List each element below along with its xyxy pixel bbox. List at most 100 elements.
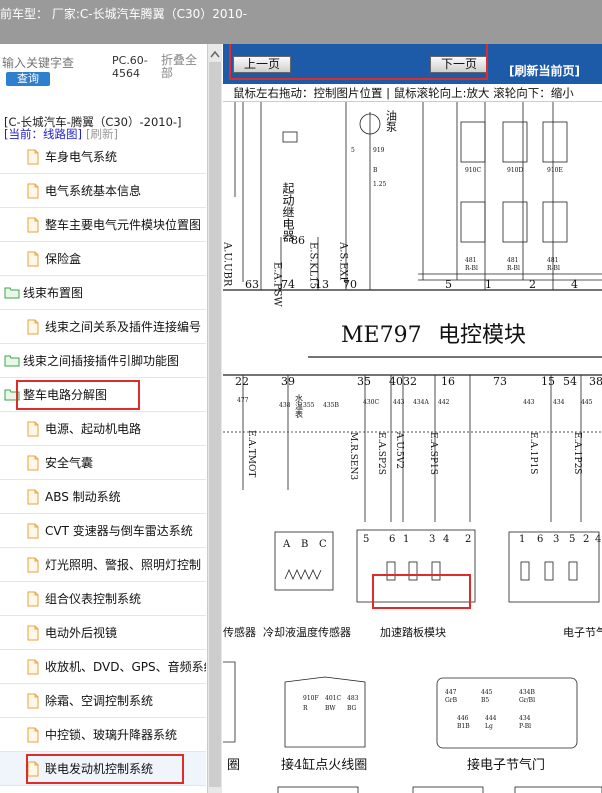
pin-label: 16 bbox=[441, 375, 455, 388]
tree-item[interactable]: 除霜、空调控制系统 bbox=[0, 684, 206, 718]
tree-item[interactable]: 电动外后视镜 bbox=[0, 616, 206, 650]
scroll-thumb[interactable] bbox=[209, 62, 221, 787]
tree-item[interactable]: 中控锁、玻璃升降器系统 bbox=[0, 718, 206, 752]
file-icon bbox=[26, 489, 40, 505]
tree-item-label: 线束布置图 bbox=[23, 286, 84, 300]
svg-text:445: 445 bbox=[581, 399, 593, 406]
box-text: B5 bbox=[481, 697, 489, 704]
starter-relay-num: 86 bbox=[291, 234, 305, 247]
search-row: 查询 PC.60-4564 折叠全部 bbox=[0, 44, 205, 100]
connector-pin: 2 bbox=[583, 534, 589, 545]
file-icon bbox=[26, 217, 40, 233]
tree-item-label: 灯光照明、警报、照明灯控制 bbox=[45, 558, 202, 572]
svg-text:434: 434 bbox=[553, 399, 565, 406]
pin-label: 13 bbox=[315, 278, 329, 291]
left-scrollbar[interactable] bbox=[207, 44, 222, 793]
svg-text:438: 438 bbox=[279, 402, 291, 409]
connector-pin: 4 bbox=[443, 534, 449, 545]
coil-label: 圈 bbox=[227, 758, 240, 773]
coolant-sensor-label: 冷却液温度传感器 bbox=[263, 625, 351, 639]
svg-text:481: 481 bbox=[507, 257, 518, 264]
pin-label: 2 bbox=[529, 278, 536, 291]
scroll-up-icon[interactable] bbox=[210, 50, 220, 58]
throttle-connector-label: 接电子节气门 bbox=[467, 757, 545, 773]
tree-item[interactable]: 线束之间关系及插件连接编号 bbox=[0, 310, 206, 344]
tree-item-label: 电动外后视镜 bbox=[45, 626, 118, 640]
connector-pin: 6 bbox=[389, 534, 395, 545]
viewer-hint: 鼠标左右拖动：控制图片位置 | 鼠标滚轮向上:放大 滚轮向下：缩小 bbox=[223, 84, 602, 102]
refresh-page-button[interactable]: [刷新当前页] bbox=[509, 62, 580, 79]
svg-text:477: 477 bbox=[237, 397, 249, 404]
box-text: GrB bbox=[445, 697, 458, 704]
tree-item-label: 整车主要电气元件模块位置图 bbox=[45, 218, 202, 232]
model-code: PC.60-4564 bbox=[112, 54, 148, 80]
highlight-box bbox=[16, 380, 140, 410]
connector-pin: 3 bbox=[553, 534, 559, 545]
tree-item[interactable]: 电气系统基本信息 bbox=[0, 174, 206, 208]
highlight-box bbox=[26, 754, 184, 784]
svg-text:430C: 430C bbox=[363, 399, 379, 406]
tree-item-label: 线束之间关系及插件连接编号 bbox=[45, 320, 202, 334]
search-input[interactable] bbox=[2, 54, 104, 72]
tree-item[interactable]: 组合仪表控制系统 bbox=[0, 582, 206, 616]
svg-text:443: 443 bbox=[523, 399, 535, 406]
throttle-label: 电子节气 bbox=[563, 625, 602, 639]
tree-item-label: 收放机、DVD、GPS、音频系统 bbox=[45, 660, 206, 674]
box-text: BW bbox=[325, 705, 336, 712]
tree-item[interactable]: 安全气囊 bbox=[0, 446, 206, 480]
tree-item-label: 车身电气系统 bbox=[45, 150, 118, 164]
tree-item[interactable]: 车身电气系统 bbox=[0, 140, 206, 174]
tree-item[interactable]: 灯光照明、警报、照明灯控制 bbox=[0, 548, 206, 582]
svg-text:910E: 910E bbox=[547, 167, 563, 174]
file-icon bbox=[26, 183, 40, 199]
svg-text:434A: 434A bbox=[413, 399, 429, 406]
query-button[interactable]: 查询 bbox=[6, 72, 50, 86]
file-icon bbox=[26, 693, 40, 709]
folder-icon bbox=[4, 285, 20, 301]
tree-item[interactable]: ABS 制动系统 bbox=[0, 480, 206, 514]
pin-label: 39 bbox=[281, 375, 295, 388]
pin-label: 74 bbox=[281, 278, 295, 291]
tree-item[interactable]: 电源、起动机电路 bbox=[0, 412, 206, 446]
svg-text:443: 443 bbox=[393, 399, 405, 406]
pin-label: 32 bbox=[403, 375, 417, 388]
connector-pin: 4 bbox=[595, 534, 601, 545]
left-panel: 查询 PC.60-4564 折叠全部 [C-长城汽车-腾翼（C30）-2010-… bbox=[0, 44, 222, 793]
current-view-label: [当前：线路图] bbox=[4, 127, 82, 141]
pin-label: 35 bbox=[357, 375, 371, 388]
file-icon bbox=[26, 149, 40, 165]
svg-text:B: B bbox=[373, 167, 378, 174]
nav-highlight-box bbox=[229, 44, 488, 80]
box-text: 434 bbox=[519, 715, 531, 722]
file-icon bbox=[26, 591, 40, 607]
pin-label: 70 bbox=[343, 278, 357, 291]
tree-item-label: 线束之间插接插件引脚功能图 bbox=[23, 354, 180, 368]
tree-item[interactable]: 线束之间插接插件引脚功能图 bbox=[0, 344, 206, 378]
box-text: 401C bbox=[325, 695, 341, 702]
tree-item[interactable]: CVT 变速器与倒车雷达系统 bbox=[0, 514, 206, 548]
signal-label: E.A.SP1S bbox=[428, 432, 438, 475]
connector-pin: C bbox=[319, 539, 327, 550]
box-text: BG bbox=[347, 705, 357, 712]
svg-text:R-Bl: R-Bl bbox=[465, 265, 478, 272]
svg-text:910C: 910C bbox=[465, 167, 481, 174]
window-title: 前车型： 厂家:C-长城汽车腾翼（C30）2010- bbox=[0, 7, 248, 21]
tree-item-label: 保险盒 bbox=[45, 252, 82, 266]
box-text: 445 bbox=[481, 689, 493, 696]
box-text: Lg bbox=[485, 723, 493, 730]
title-bar: 前车型： 厂家:C-长城汽车腾翼（C30）2010- bbox=[0, 0, 602, 44]
box-text: 446 bbox=[457, 715, 469, 722]
box-text: P-Bl bbox=[519, 723, 531, 730]
tree-item[interactable]: 线束布置图 bbox=[0, 276, 206, 310]
refresh-link[interactable]: [刷新] bbox=[86, 127, 118, 141]
pin-label: 73 bbox=[493, 375, 507, 388]
file-icon bbox=[26, 251, 40, 267]
tree-item[interactable]: 保险盒 bbox=[0, 242, 206, 276]
collapse-all-button[interactable]: 折叠全部 bbox=[161, 54, 201, 80]
tree-item[interactable]: 整车主要电气元件模块位置图 bbox=[0, 208, 206, 242]
connector-pin: 5 bbox=[569, 534, 575, 545]
signal-label: M.R.SEN3 bbox=[348, 432, 358, 480]
sensor-label: 传感器 bbox=[223, 626, 256, 639]
wiring-diagram[interactable]: 5 919 B 1.25 910C 910D 910E 481 481 481 R-Bl R-B… bbox=[223, 102, 602, 793]
tree-item[interactable]: 收放机、DVD、GPS、音频系统 bbox=[0, 650, 206, 684]
